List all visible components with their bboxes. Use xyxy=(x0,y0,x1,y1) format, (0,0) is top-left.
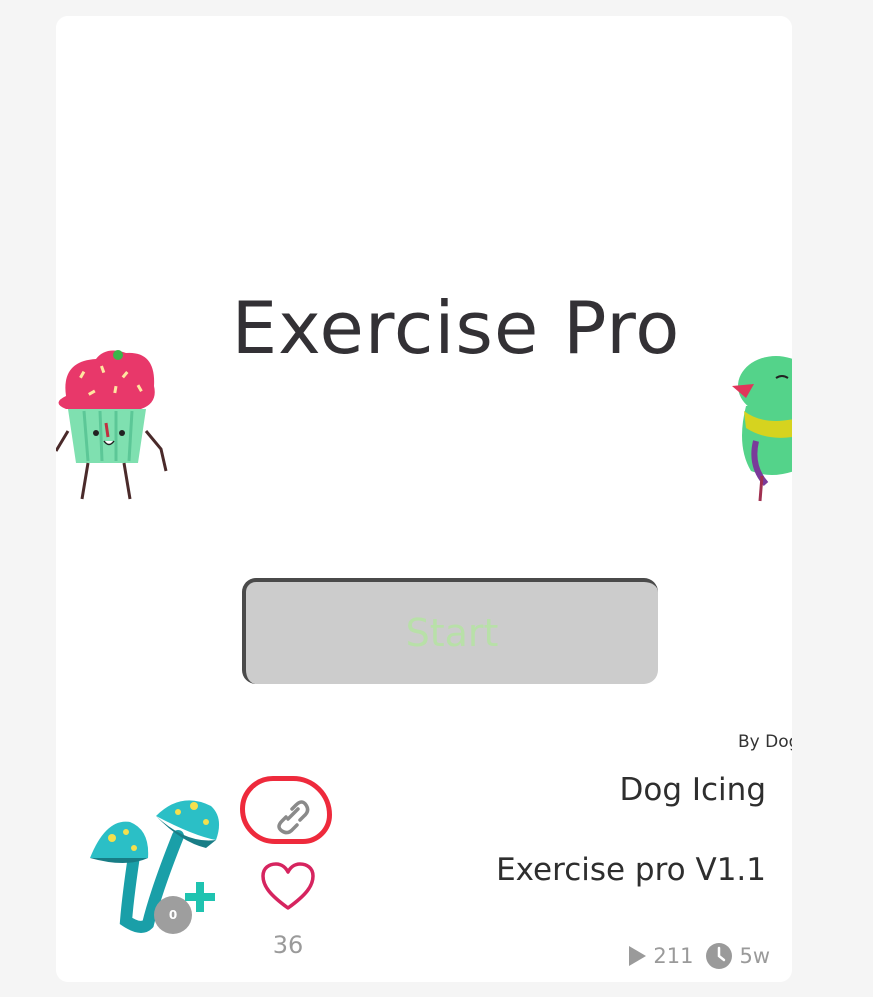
start-button[interactable]: Start xyxy=(242,578,658,684)
project-age: 5w xyxy=(739,944,770,968)
likes-count: 36 xyxy=(272,931,304,959)
author-name[interactable]: Dog Icing xyxy=(620,772,767,808)
project-stats: 211 5w xyxy=(627,942,770,970)
count-badge: 0 xyxy=(154,896,192,934)
play-icon xyxy=(629,946,647,966)
plays-count: 211 xyxy=(653,944,694,968)
bird-character-icon xyxy=(732,356,792,502)
project-preview[interactable]: Exercise Pro Start By Dog Icing xyxy=(56,16,792,756)
by-line: By Dog Icing xyxy=(738,732,792,752)
app-title: Exercise Pro xyxy=(231,286,681,370)
link-icon[interactable] xyxy=(262,791,318,835)
project-card[interactable]: Exercise Pro Start By Dog Icing xyxy=(56,16,792,982)
heart-icon[interactable] xyxy=(260,861,316,913)
project-title[interactable]: Exercise pro V1.1 xyxy=(496,852,766,888)
clock-icon xyxy=(706,943,733,969)
